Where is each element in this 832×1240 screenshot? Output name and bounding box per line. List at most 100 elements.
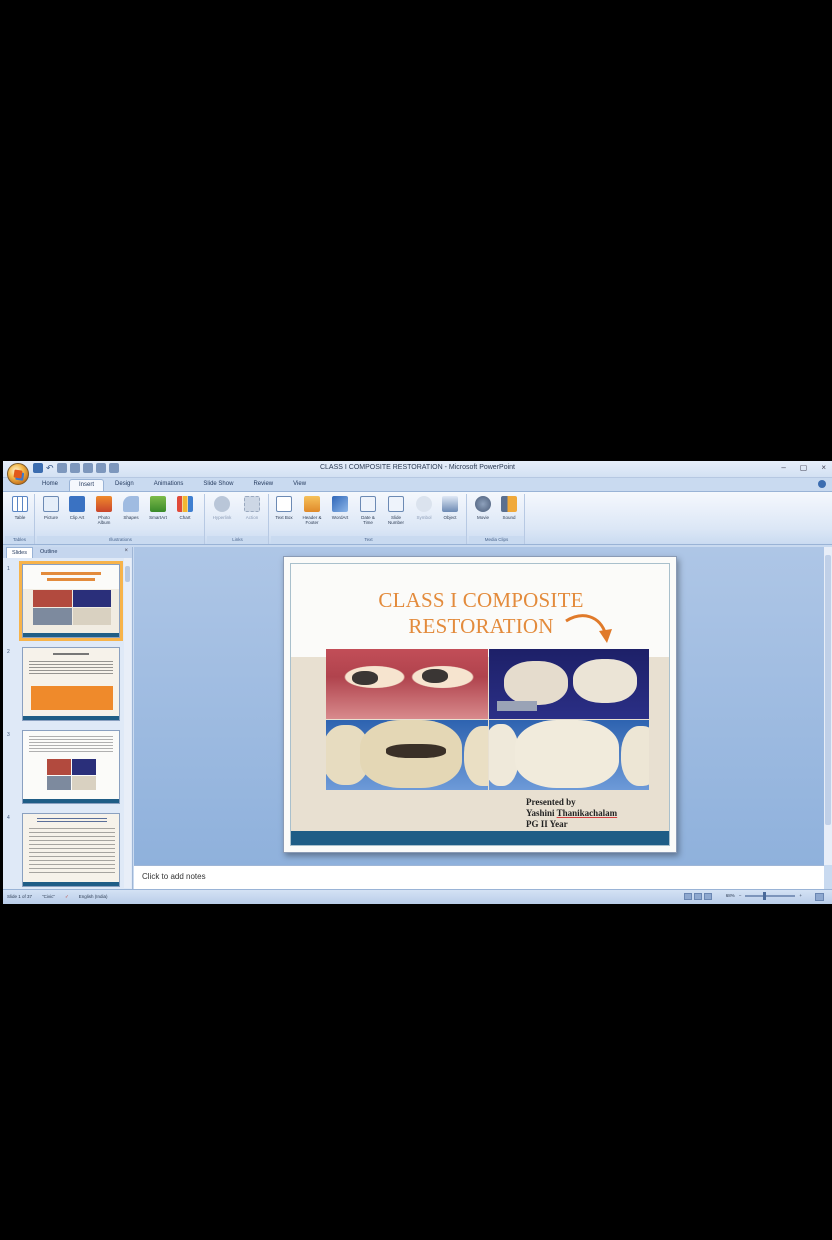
presented-by-label: Presented by bbox=[526, 797, 576, 807]
status-info: Slide 1 of 37 "Civic" ✓ English (India) bbox=[7, 894, 108, 900]
symbol-button[interactable]: Symbol bbox=[413, 496, 435, 520]
tab-slide-show[interactable]: Slide Show bbox=[194, 479, 242, 491]
slide-thumb-2[interactable] bbox=[22, 647, 120, 721]
notes-placeholder: Click to add notes bbox=[142, 872, 206, 881]
chart-icon bbox=[177, 496, 193, 512]
window-controls: – ▢ × bbox=[781, 463, 826, 472]
spelling-status-icon[interactable]: ✓ bbox=[65, 894, 69, 900]
tab-outline[interactable]: Outline bbox=[35, 547, 62, 558]
thumb-photo bbox=[72, 776, 96, 790]
slide-number-button[interactable]: Slide Number bbox=[385, 496, 407, 525]
slide-count: Slide 1 of 37 bbox=[7, 894, 33, 899]
movie-button[interactable]: Movie bbox=[472, 496, 494, 520]
language[interactable]: English (India) bbox=[79, 894, 108, 900]
text-box-icon bbox=[276, 496, 292, 512]
thumb-title-line bbox=[41, 572, 101, 575]
presenter-credit[interactable]: Presented by Yashini Thanikachalam PG II… bbox=[526, 797, 617, 830]
hyperlink-button[interactable]: Hyperlink bbox=[211, 496, 233, 520]
slide-number: 2 bbox=[7, 649, 10, 655]
object-button[interactable]: Object bbox=[439, 496, 461, 520]
photo-amalgam-teeth bbox=[326, 649, 488, 719]
slide-title[interactable]: CLASS I COMPOSITE RESTORATION bbox=[284, 587, 676, 639]
curved-arrow-icon bbox=[565, 614, 612, 643]
group-media-clips: Movie Sound Media Clips bbox=[469, 494, 525, 544]
close-icon[interactable]: × bbox=[124, 548, 128, 554]
symbol-icon bbox=[416, 496, 432, 512]
help-icon[interactable] bbox=[818, 480, 826, 488]
clip-art-button[interactable]: Clip Art bbox=[66, 496, 88, 520]
tab-review[interactable]: Review bbox=[244, 479, 282, 491]
thumb-photo bbox=[73, 608, 111, 625]
hyperlink-icon bbox=[214, 496, 230, 512]
slides-panel-scrollbar[interactable] bbox=[124, 558, 131, 888]
slide-thumb-4[interactable] bbox=[22, 813, 120, 887]
thumb-body-text bbox=[29, 736, 113, 752]
photo-detail bbox=[352, 671, 378, 685]
clip-art-icon bbox=[69, 496, 85, 512]
fit-to-window-icon[interactable] bbox=[815, 893, 824, 901]
zoom-in-icon[interactable]: + bbox=[799, 893, 802, 898]
photo-detail bbox=[573, 659, 637, 703]
picture-button[interactable]: Picture bbox=[40, 496, 62, 520]
minimize-button[interactable]: – bbox=[781, 463, 785, 472]
photo-rubber-dam bbox=[489, 649, 649, 719]
ribbon: Table Tables Picture Clip Art Photo Albu… bbox=[3, 491, 832, 545]
normal-view-icon[interactable] bbox=[684, 893, 692, 900]
slide-sorter-view-icon[interactable] bbox=[694, 893, 702, 900]
group-links: Hyperlink Action Links bbox=[207, 494, 269, 544]
tab-view[interactable]: View bbox=[284, 479, 315, 491]
group-label: Text bbox=[271, 536, 466, 544]
photo-detail bbox=[464, 726, 488, 786]
header-footer-button[interactable]: Header & Footer bbox=[301, 496, 323, 525]
office-button[interactable] bbox=[7, 463, 29, 485]
ribbon-tabs: Home Insert Design Animations Slide Show… bbox=[33, 479, 315, 491]
sound-button[interactable]: Sound bbox=[498, 496, 520, 520]
chart-button[interactable]: Chart bbox=[174, 496, 196, 520]
group-label: Media Clips bbox=[469, 536, 524, 544]
maximize-button[interactable]: ▢ bbox=[800, 463, 808, 472]
object-icon bbox=[442, 496, 458, 512]
movie-icon bbox=[475, 496, 491, 512]
shapes-button[interactable]: Shapes bbox=[120, 496, 142, 520]
slide-thumb-1[interactable] bbox=[19, 561, 123, 641]
tab-home[interactable]: Home bbox=[33, 479, 67, 491]
presenter-year: PG II Year bbox=[526, 819, 568, 829]
close-button[interactable]: × bbox=[821, 463, 826, 472]
title-bar: ↶ CLASS I COMPOSITE RESTORATION - Micros… bbox=[3, 461, 832, 478]
tab-design[interactable]: Design bbox=[106, 479, 143, 491]
notes-pane[interactable]: Click to add notes bbox=[134, 865, 824, 889]
date-time-button[interactable]: Date & Time bbox=[357, 496, 379, 525]
current-slide[interactable]: CLASS I COMPOSITE RESTORATION Presented … bbox=[283, 556, 677, 853]
tab-insert[interactable]: Insert bbox=[69, 479, 105, 491]
group-illustrations: Picture Clip Art Photo Album Shapes Smar… bbox=[37, 494, 205, 544]
tab-slides[interactable]: Slides bbox=[6, 547, 33, 558]
slide-editing-area: CLASS I COMPOSITE RESTORATION Presented … bbox=[134, 547, 824, 865]
thumb-title-line bbox=[47, 578, 95, 581]
slide-number: 4 bbox=[7, 815, 10, 821]
photo-album-button[interactable]: Photo Album bbox=[93, 496, 115, 525]
thumb-photo bbox=[73, 590, 111, 607]
wordart-button[interactable]: WordArt bbox=[329, 496, 351, 520]
thumb-footer-bar bbox=[23, 716, 119, 720]
photo-composite-restoration bbox=[489, 720, 649, 790]
thumb-footer-bar bbox=[23, 633, 119, 637]
text-box-button[interactable]: Text Box bbox=[273, 496, 295, 520]
scrollbar-thumb[interactable] bbox=[825, 555, 831, 825]
zoom-level[interactable]: 68% bbox=[726, 893, 735, 898]
table-button[interactable]: Table bbox=[9, 496, 31, 520]
shapes-icon bbox=[123, 496, 139, 512]
slide-show-view-icon[interactable] bbox=[704, 893, 712, 900]
group-label: Illustrations bbox=[37, 536, 204, 544]
slide-scrollbar[interactable] bbox=[824, 547, 832, 865]
tab-animations[interactable]: Animations bbox=[145, 479, 193, 491]
zoom-out-icon[interactable]: − bbox=[739, 893, 742, 898]
action-button[interactable]: Action bbox=[241, 496, 263, 520]
thumb-footer-bar bbox=[23, 882, 119, 886]
slide-thumb-3[interactable] bbox=[22, 730, 120, 804]
photo-detail bbox=[621, 726, 649, 786]
smartart-button[interactable]: SmartArt bbox=[147, 496, 169, 520]
photo-detail bbox=[422, 669, 448, 683]
zoom-slider[interactable] bbox=[745, 891, 796, 900]
photo-detail bbox=[497, 701, 537, 711]
slide-title-line-1: CLASS I COMPOSITE bbox=[378, 588, 584, 612]
